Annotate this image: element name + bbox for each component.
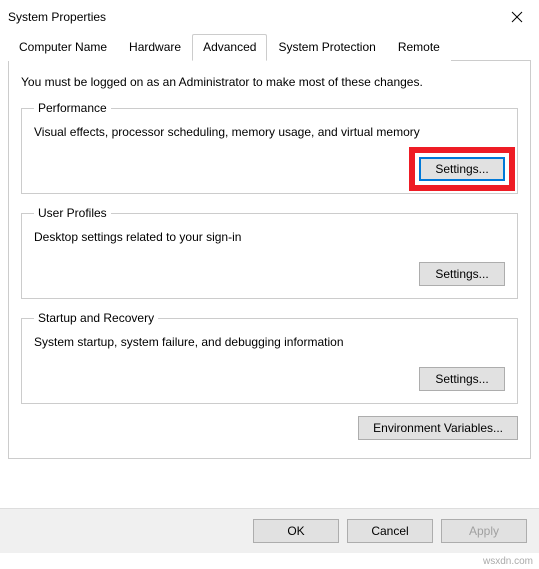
title-bar: System Properties bbox=[0, 0, 539, 34]
performance-settings-button[interactable]: Settings... bbox=[419, 157, 505, 181]
close-button[interactable] bbox=[507, 7, 527, 27]
cancel-button[interactable]: Cancel bbox=[347, 519, 433, 543]
group-performance: Performance Visual effects, processor sc… bbox=[21, 101, 518, 194]
startup-recovery-settings-button[interactable]: Settings... bbox=[419, 367, 505, 391]
dialog-button-bar: OK Cancel Apply bbox=[0, 508, 539, 553]
tab-hardware[interactable]: Hardware bbox=[118, 34, 192, 61]
user-profiles-settings-button[interactable]: Settings... bbox=[419, 262, 505, 286]
close-icon bbox=[511, 11, 523, 23]
tab-strip: Computer Name Hardware Advanced System P… bbox=[8, 34, 531, 61]
tab-advanced[interactable]: Advanced bbox=[192, 34, 267, 61]
startup-recovery-description: System startup, system failure, and debu… bbox=[34, 335, 505, 349]
tab-remote[interactable]: Remote bbox=[387, 34, 451, 61]
group-startup-recovery-legend: Startup and Recovery bbox=[34, 311, 158, 325]
group-performance-legend: Performance bbox=[34, 101, 111, 115]
performance-description: Visual effects, processor scheduling, me… bbox=[34, 125, 505, 139]
environment-variables-button[interactable]: Environment Variables... bbox=[358, 416, 518, 440]
group-startup-recovery: Startup and Recovery System startup, sys… bbox=[21, 311, 518, 404]
admin-notice: You must be logged on as an Administrato… bbox=[21, 75, 518, 89]
tab-content-advanced: You must be logged on as an Administrato… bbox=[8, 61, 531, 459]
user-profiles-description: Desktop settings related to your sign-in bbox=[34, 230, 505, 244]
window-title: System Properties bbox=[8, 10, 106, 24]
ok-button[interactable]: OK bbox=[253, 519, 339, 543]
group-user-profiles-legend: User Profiles bbox=[34, 206, 111, 220]
tab-system-protection[interactable]: System Protection bbox=[267, 34, 386, 61]
tab-computer-name[interactable]: Computer Name bbox=[8, 34, 118, 61]
group-user-profiles: User Profiles Desktop settings related t… bbox=[21, 206, 518, 299]
watermark: wsxdn.com bbox=[483, 556, 533, 567]
apply-button[interactable]: Apply bbox=[441, 519, 527, 543]
